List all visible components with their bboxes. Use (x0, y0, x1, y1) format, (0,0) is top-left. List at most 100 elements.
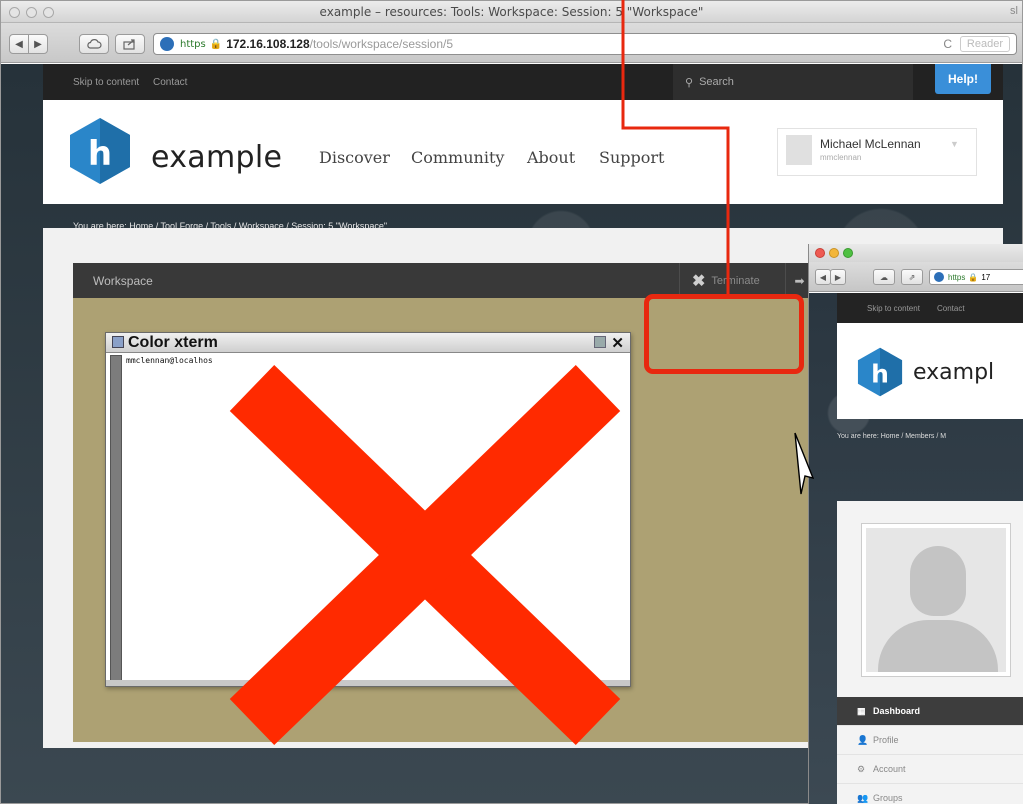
address-path: /tools/workspace/session/5 (309, 37, 454, 51)
lock-icon: 🔒 (968, 272, 979, 282)
lock-icon: 🔒 (209, 38, 223, 50)
close-icon[interactable]: ✕ (611, 334, 624, 352)
back-button[interactable]: ◀ (9, 34, 29, 54)
member-menu: ▦ Dashboard 👤 Profile ⚙ Account 👥 Groups (837, 697, 1023, 804)
svg-text:h: h (88, 134, 112, 174)
forward-arrow-icon: ▶ (34, 38, 42, 50)
workspace-header: Workspace ✖ Terminate ➡ (73, 263, 813, 298)
breadcrumb: You are here: Home / Members / M (837, 433, 947, 440)
back-button[interactable]: ◀ (815, 269, 831, 285)
xterm-titlebar[interactable]: Color xterm ✕ (106, 333, 630, 353)
share-button[interactable]: ⇗ (901, 269, 923, 285)
xterm-title: Color xterm (128, 334, 218, 351)
workspace-title: Workspace (93, 274, 153, 288)
address-host: 172.16.108.128 (226, 37, 310, 51)
avatar-head-icon (910, 546, 966, 616)
address-bar[interactable]: https 🔒 17 (929, 269, 1023, 285)
forward-button[interactable]: ▶ (830, 269, 846, 285)
maximize-icon[interactable] (594, 336, 606, 348)
second-window-toolbar: ◀ ▶ ☁ ⇗ https 🔒 17 (809, 262, 1023, 292)
dashboard-icon: ▦ (857, 705, 866, 716)
terminate-highlight-box (644, 294, 804, 374)
reader-button[interactable]: Reader (959, 36, 1010, 52)
share-icon: ⇗ (908, 272, 916, 282)
icloud-tabs-button[interactable] (79, 34, 109, 54)
skip-to-content-link[interactable]: Skip to content (73, 77, 139, 88)
xterm-window[interactable]: Color xterm ✕ mmclennan@localhos (105, 332, 631, 687)
https-lock-label: https (180, 38, 206, 50)
terminate-label: Terminate (711, 274, 760, 287)
terminate-button[interactable]: ✖ Terminate (679, 263, 770, 298)
window-title-suffix: sl (1010, 5, 1018, 17)
back-arrow-icon: ◀ (15, 38, 23, 50)
address-host: 17 (981, 272, 991, 282)
window-title: example – resources: Tools: Workspace: S… (319, 5, 704, 19)
xterm-bottom-edge (106, 680, 630, 686)
nav-support[interactable]: Support (599, 148, 664, 167)
second-browser-window: ◀ ▶ ☁ ⇗ https 🔒 17 Skip to content Conta… (808, 244, 1023, 804)
site-topbar: Skip to content Contact ⚲ Search Help! (43, 64, 1003, 100)
menu-label: Profile (873, 735, 899, 745)
groups-icon: 👥 (857, 792, 869, 803)
site-search-input[interactable]: ⚲ Search (673, 64, 913, 100)
menu-item-dashboard[interactable]: ▦ Dashboard (837, 697, 1023, 726)
site-brand[interactable]: exampl (913, 360, 994, 385)
share-icon (123, 39, 135, 50)
search-icon: ⚲ (685, 76, 694, 89)
search-placeholder: Search (699, 76, 734, 88)
mouse-cursor-icon (794, 432, 814, 495)
site-topbar: Skip to content Contact (837, 293, 1023, 323)
avatar-shoulders-icon (878, 620, 998, 672)
address-bar[interactable]: https 🔒 172.16.108.128 /tools/workspace/… (153, 33, 1017, 55)
icloud-tabs-button[interactable]: ☁ (873, 269, 895, 285)
terminal-icon (112, 336, 124, 348)
skip-to-content-link[interactable]: Skip to content (867, 304, 920, 313)
site-brand[interactable]: example (151, 140, 282, 175)
nav-about[interactable]: About (527, 148, 575, 167)
forward-arrow-icon: ▶ (834, 272, 842, 282)
xterm-prompt[interactable]: mmclennan@localhos (126, 356, 213, 365)
reload-icon[interactable]: C (943, 37, 952, 51)
zoom-window-button[interactable] (843, 248, 853, 258)
close-window-button[interactable] (815, 248, 825, 258)
minimize-window-button[interactable] (829, 248, 839, 258)
contact-link[interactable]: Contact (153, 77, 187, 88)
member-photo (861, 523, 1011, 677)
menu-item-account[interactable]: ⚙ Account (837, 755, 1023, 784)
menu-label: Dashboard (873, 706, 921, 716)
user-username: mmclennan (820, 153, 862, 162)
user-name: Michael McLennan (820, 137, 921, 151)
user-menu[interactable]: Michael McLennan mmclennan ▼ (777, 128, 977, 176)
second-window-titlebar (809, 244, 1023, 262)
hub-logo-icon[interactable]: h (857, 347, 903, 397)
window-titlebar: example – resources: Tools: Workspace: S… (1, 1, 1022, 23)
menu-label: Account (873, 764, 906, 774)
avatar (786, 135, 812, 165)
menu-item-profile[interactable]: 👤 Profile (837, 726, 1023, 755)
svg-text:h: h (871, 359, 889, 388)
nav-community[interactable]: Community (411, 148, 504, 167)
site-globe-icon (934, 272, 944, 282)
site-globe-icon (160, 37, 174, 51)
menu-item-groups[interactable]: 👥 Groups (837, 784, 1023, 804)
chevron-down-icon: ▼ (950, 139, 959, 149)
share-button[interactable] (115, 34, 145, 54)
member-profile-card: ▦ Dashboard 👤 Profile ⚙ Account 👥 Groups (837, 501, 1023, 804)
close-x-icon: ✖ (692, 272, 706, 290)
site-header: h example Discover Community About Suppo… (43, 100, 1003, 204)
contact-link[interactable]: Contact (937, 304, 965, 313)
forward-button[interactable]: ▶ (28, 34, 48, 54)
nav-discover[interactable]: Discover (319, 148, 390, 167)
menu-label: Groups (873, 793, 903, 803)
help-button[interactable]: Help! (935, 64, 991, 94)
back-arrow-icon: ◀ (819, 272, 827, 282)
account-icon: ⚙ (857, 763, 866, 774)
cloud-icon (87, 39, 102, 49)
site-header: h exampl (837, 323, 1023, 419)
hub-logo-icon[interactable]: h (69, 117, 131, 185)
second-web-page: Skip to content Contact h exampl You are… (809, 293, 1023, 804)
browser-toolbar: ◀ ▶ https 🔒 172.16.108.128 /tools/worksp… (1, 23, 1022, 63)
xterm-scrollbar[interactable] (110, 355, 122, 683)
https-lock-label: https (948, 272, 966, 282)
profile-icon: 👤 (857, 734, 869, 745)
